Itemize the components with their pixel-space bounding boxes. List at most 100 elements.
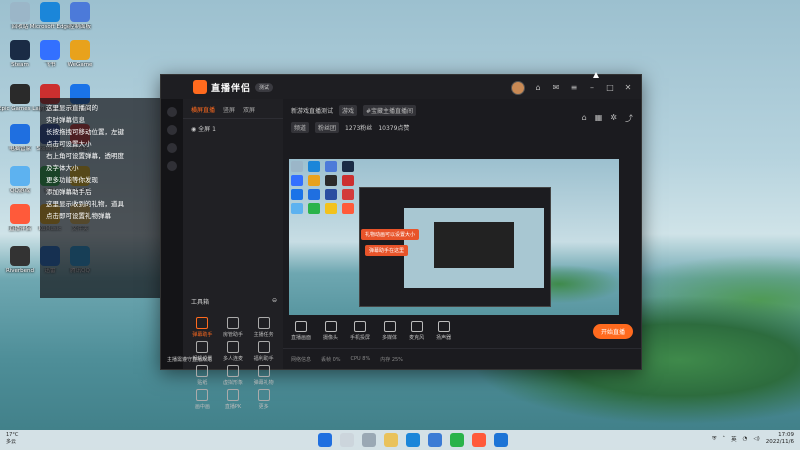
media-button[interactable]: 多媒体 <box>382 321 397 341</box>
status-cpu: CPU 8% <box>350 356 371 362</box>
tab-landscape[interactable]: 横屏直播 <box>191 105 215 114</box>
desktop-icon[interactable]: 控制面板 <box>58 2 102 38</box>
toolbox-item[interactable]: 房管助手 <box>218 317 249 338</box>
shield-icon[interactable]: ⛨ <box>712 436 716 443</box>
menu-icon[interactable]: ≡ <box>569 83 579 93</box>
title-bar[interactable]: 直播伴侣 测试 ⌂ ✉ ≡ – □ ✕ <box>161 75 641 99</box>
preview-app-icon <box>342 189 354 200</box>
danmaku-overlay-panel[interactable]: 这里显示直播间的 实时弹幕信息 长按拖拽可移动位置，左键 点击可设置大小 右上角可设置弹… <box>40 98 160 298</box>
tray-chevron-icon[interactable]: ˄ <box>722 436 725 442</box>
tool-label: 虚拟形象 <box>222 380 243 386</box>
clock-time: 17:09 <box>778 432 794 438</box>
toolbox-title: 工具箱 <box>191 299 210 306</box>
nav-home-icon[interactable] <box>167 107 177 117</box>
toolbox-item[interactable]: 画中画 <box>187 389 218 410</box>
clock[interactable]: 17:09 2022/11/6 <box>766 432 794 446</box>
toolbox-item[interactable]: 主播任务 <box>248 317 279 338</box>
start-live-button[interactable]: 开始直播 <box>592 323 633 339</box>
app-icon <box>40 2 60 22</box>
start-icon[interactable] <box>318 433 332 447</box>
ime-indicator[interactable]: 英 <box>731 435 737 443</box>
preview-nested-screen <box>404 208 544 288</box>
status-network: 网络信息 <box>291 356 312 363</box>
calendar-icon[interactable]: ▦ <box>595 113 603 124</box>
live-companion-taskbar-icon[interactable] <box>472 433 486 447</box>
network-icon[interactable]: ◔ <box>743 436 748 442</box>
weather-widget[interactable]: 17°C 多云 <box>6 432 18 446</box>
wechat-icon[interactable] <box>450 433 464 447</box>
overlay-text-line: 更多功能等你发现 <box>46 176 98 184</box>
search-icon[interactable] <box>340 433 354 447</box>
category-tag[interactable]: 游戏 <box>339 105 358 116</box>
store-icon[interactable] <box>428 433 442 447</box>
danmaku-helper-toast[interactable]: 弹幕助手在这里 <box>365 245 409 256</box>
desktop-icon[interactable]: WeGame <box>58 40 102 76</box>
clock-date: 2022/11/6 <box>765 439 794 445</box>
message-icon[interactable]: ✉ <box>551 83 561 93</box>
stage-tools: ⌂ ▦ ✲ ⤴ <box>582 113 633 124</box>
tool-icon <box>257 365 270 377</box>
gift-box-icon[interactable]: ⌂ <box>582 113 587 124</box>
nav-live-icon[interactable] <box>167 125 177 135</box>
toolbox-item[interactable]: 福利助手 <box>248 341 279 362</box>
preview-desktop-icons <box>291 161 354 214</box>
nav-data-icon[interactable] <box>167 143 177 153</box>
scene-item[interactable]: ◉ 全屏 1 <box>183 119 283 138</box>
maximize-button[interactable]: □ <box>605 83 615 93</box>
toolbox-item[interactable]: 弹幕礼物 <box>248 365 279 386</box>
camera-button[interactable]: 摄像头 <box>323 321 338 341</box>
preview-app-icon <box>291 161 303 172</box>
share-icon[interactable]: ⤴ <box>625 113 633 124</box>
version-badge: 测试 <box>255 82 274 92</box>
camera-icon <box>324 321 337 332</box>
toolbox-item[interactable]: 多人连麦 <box>218 341 249 362</box>
rules-notice[interactable]: 主播需遵守直播规范 <box>167 356 212 363</box>
taskbar-apps <box>318 433 508 447</box>
tab-portrait[interactable]: 竖屏 <box>223 105 235 114</box>
preview-app-icon <box>308 175 320 186</box>
taskbar: 17°C 多云 ⛨ ˄ 英 ◔ ◁) 17:09 2022/11/6 <box>0 430 800 450</box>
tool-label: 弹幕礼物 <box>253 380 274 386</box>
settings-icon[interactable]: ✲ <box>610 113 617 124</box>
scene-panel: 横屏直播 竖屏 双屏 ◉ 全屏 1 工具箱 ⊖ 弹幕助手 房管助手 主播任务 相机设置… <box>183 99 283 410</box>
meta-fans: 1273粉丝 <box>345 125 373 132</box>
topic-tag[interactable]: #宝藏主播直播间 <box>363 105 417 116</box>
eye-icon[interactable]: ◉ <box>191 126 196 133</box>
speaker-button[interactable]: 扬声器 <box>436 321 451 341</box>
file-explorer-icon[interactable] <box>384 433 398 447</box>
tool-label: 房管助手 <box>222 332 243 338</box>
screen-capture-button[interactable]: 直播画面 <box>291 321 311 341</box>
scene-label: 全屏 1 <box>198 126 216 133</box>
tab-dual[interactable]: 双屏 <box>243 105 255 114</box>
task-view-icon[interactable] <box>362 433 376 447</box>
toolbox-item[interactable]: 直播PK <box>218 389 249 410</box>
tool-label: 主播任务 <box>253 332 274 338</box>
control-bar: 直播画面 摄像头 手机投屏 多媒体 麦克风 扬声器 开始直播 <box>283 315 641 347</box>
desktop-icon-label: WeGame <box>67 62 93 68</box>
app-icon <box>10 2 30 22</box>
toolbox-settings-icon[interactable]: ⊖ <box>272 297 277 306</box>
weather-temp: 17°C <box>6 432 19 438</box>
toolbox-item[interactable]: 更多 <box>248 389 279 410</box>
edge-icon[interactable] <box>406 433 420 447</box>
preview-app-icon <box>342 203 354 214</box>
gift-icon[interactable]: ⌂ <box>533 83 543 93</box>
tool-label: 弹幕助手 <box>192 332 213 338</box>
preview-app-icon <box>308 161 320 172</box>
minimize-button[interactable]: – <box>587 83 597 93</box>
microphone-button[interactable]: 麦克风 <box>409 321 424 341</box>
tool-label: 更多 <box>258 404 269 410</box>
phone-icon <box>354 321 367 332</box>
gift-size-toast[interactable]: 礼物动画可以设置大小 <box>361 229 420 240</box>
toolbox-item[interactable]: 弹幕助手 <box>187 317 218 338</box>
toolbox-item[interactable]: 虚拟形象 <box>218 365 249 386</box>
toolbox-grid: 弹幕助手 房管助手 主播任务 相机设置 多人连麦 福利助手 贴纸 虚拟形象 弹幕礼物 画中画 直播P… <box>187 317 279 410</box>
close-button[interactable]: ✕ <box>623 83 633 93</box>
user-avatar[interactable] <box>511 81 525 95</box>
app-taskbar-icon[interactable] <box>494 433 508 447</box>
overlay-text-line: 点击即可设置礼物弹幕 <box>46 212 111 220</box>
volume-icon[interactable]: ◁) <box>753 436 759 442</box>
toolbox-item[interactable]: 贴纸 <box>187 365 218 386</box>
nav-settings-icon[interactable] <box>167 161 177 171</box>
phone-cast-button[interactable]: 手机投屏 <box>350 321 370 341</box>
